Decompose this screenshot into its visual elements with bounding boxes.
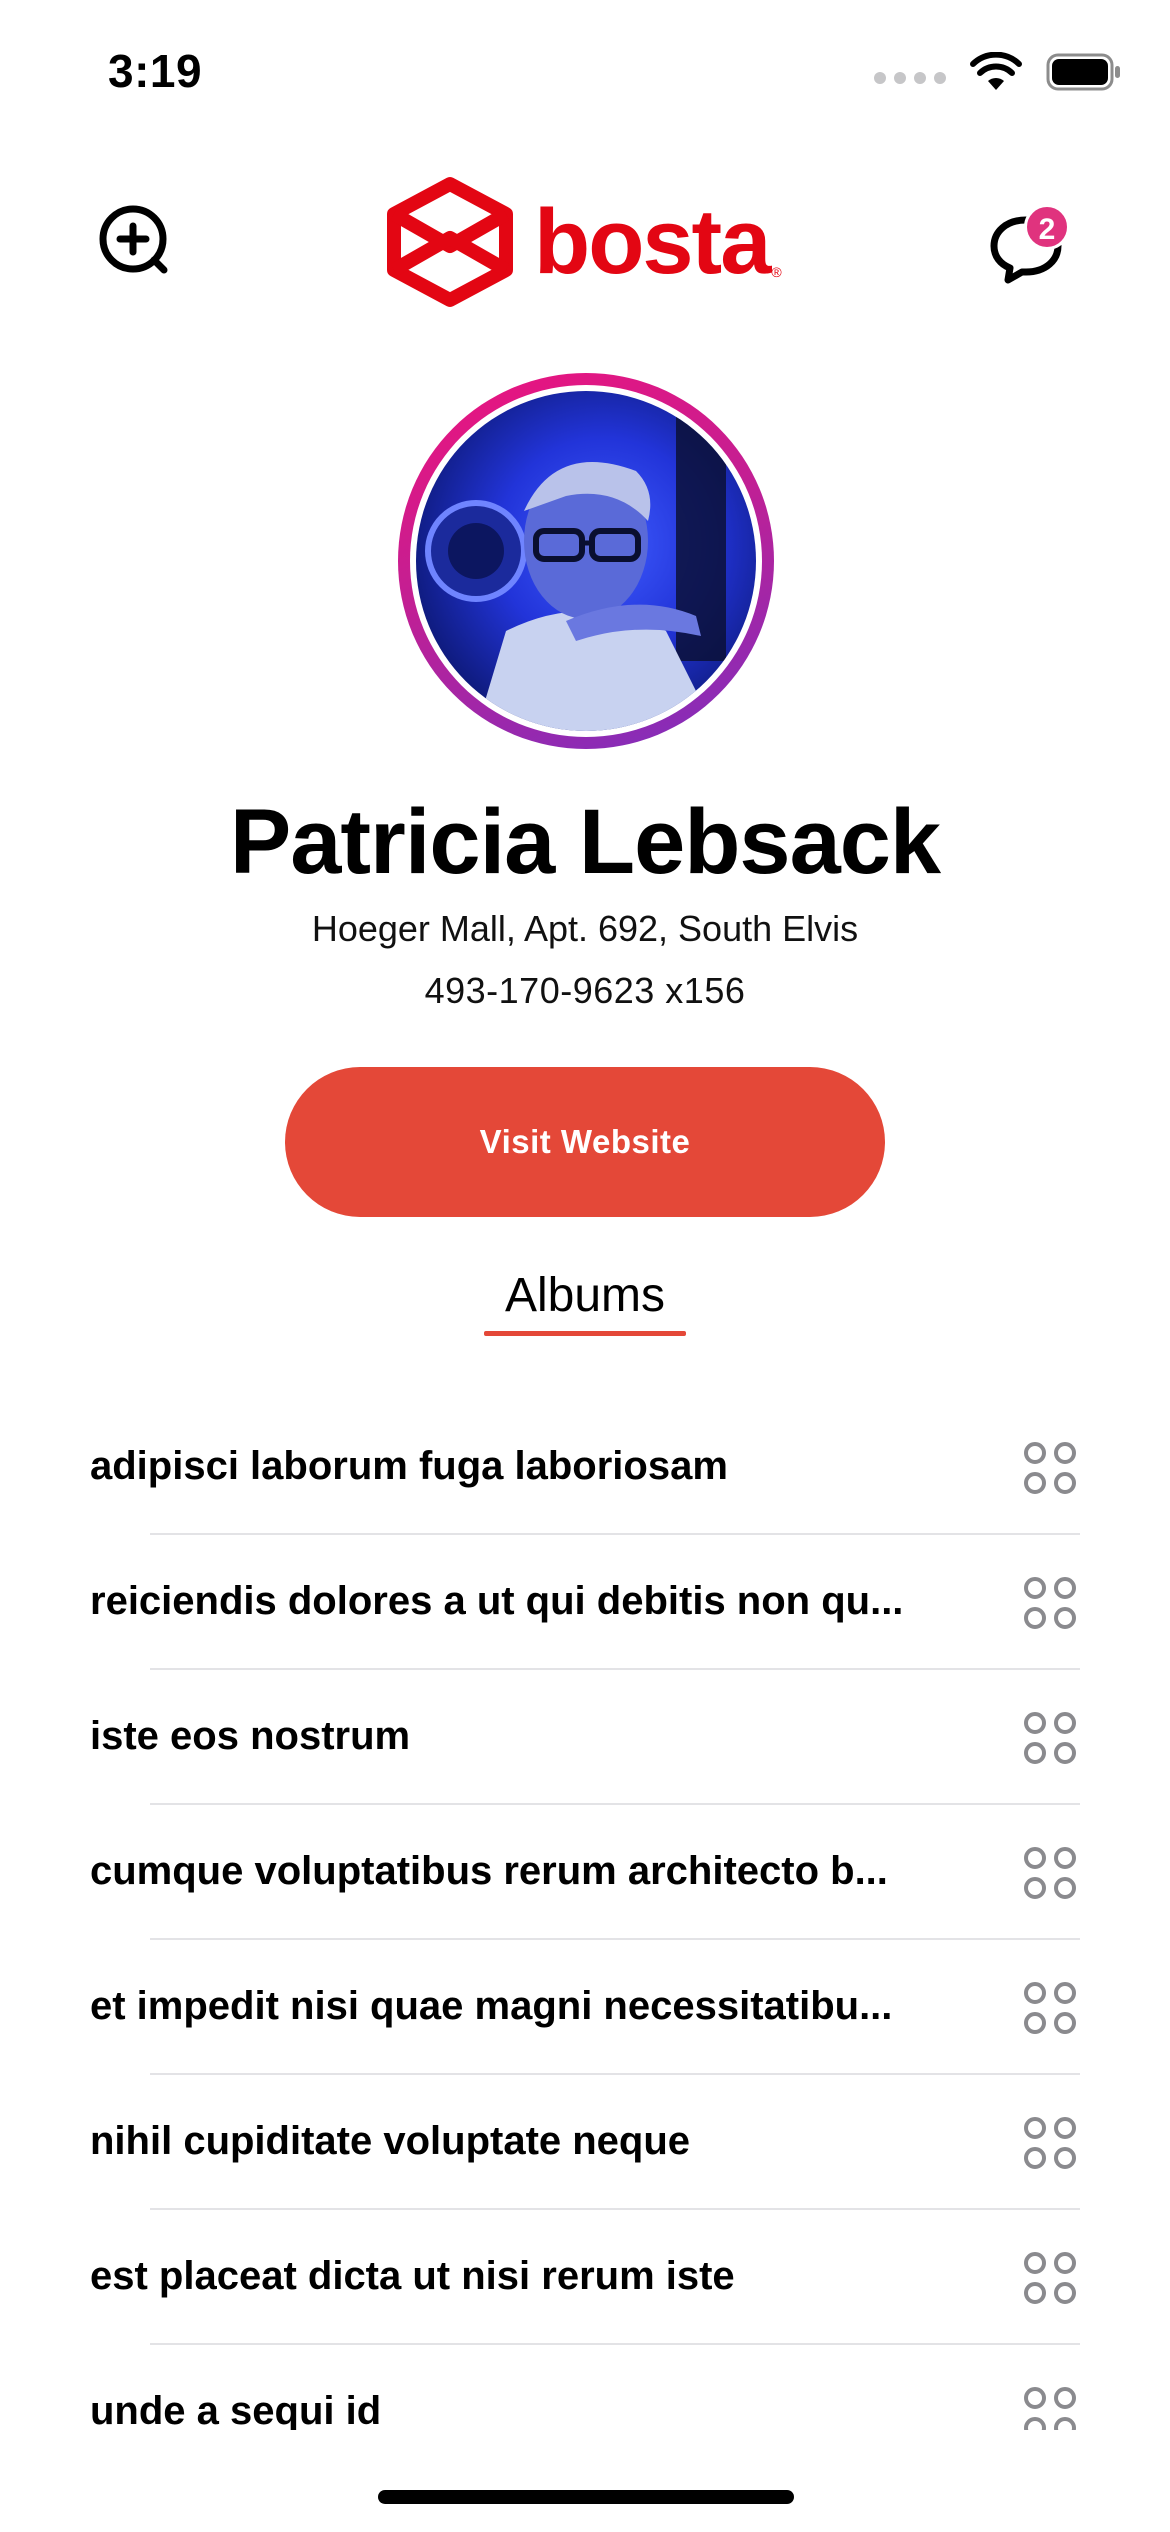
status-icons xyxy=(874,52,1122,92)
cellular-signal-icon xyxy=(874,72,946,84)
four-circles-grid-icon xyxy=(1024,2252,1076,2304)
list-item[interactable]: est placeat dicta ut nisi rerum iste xyxy=(0,2210,1170,2345)
status-bar: 3:19 xyxy=(0,0,1170,150)
album-title: reiciendis dolores a ut qui debitis non … xyxy=(90,1579,904,1623)
visit-website-button[interactable]: Visit Website xyxy=(285,1067,885,1217)
four-circles-grid-icon xyxy=(1024,2117,1076,2169)
list-item[interactable]: et impedit nisi quae magni necessitatibu… xyxy=(0,1940,1170,2075)
album-title: adipisci laborum fuga laboriosam xyxy=(90,1444,728,1488)
wifi-icon xyxy=(970,52,1022,90)
logo-text: bosta xyxy=(534,191,771,293)
album-title: est placeat dicta ut nisi rerum iste xyxy=(90,2254,735,2298)
home-indicator[interactable] xyxy=(378,2490,794,2504)
album-title: nihil cupiditate voluptate neque xyxy=(90,2119,691,2163)
albums-list[interactable]: adipisci laborum fuga laboriosam reicien… xyxy=(0,1400,1170,2430)
chat-badge: 2 xyxy=(1024,204,1070,250)
profile-phone[interactable]: 493-170-9623 x156 xyxy=(0,970,1170,1012)
list-item[interactable]: adipisci laborum fuga laboriosam xyxy=(0,1400,1170,1535)
list-item[interactable]: reiciendis dolores a ut qui debitis non … xyxy=(0,1535,1170,1670)
four-circles-grid-icon xyxy=(1024,1577,1076,1629)
battery-icon xyxy=(1046,53,1120,91)
profile-address: Hoeger Mall, Apt. 692, South Elvis xyxy=(311,908,859,949)
album-title: iste eos nostrum xyxy=(90,1714,411,1758)
list-item[interactable]: cumque voluptatibus rerum architecto b..… xyxy=(0,1805,1170,1940)
status-time: 3:19 xyxy=(108,45,203,97)
four-circles-grid-icon xyxy=(1024,2387,1076,2430)
album-title: unde a sequi id xyxy=(90,2389,382,2430)
four-circles-grid-icon xyxy=(1024,1712,1076,1764)
tab-indicator xyxy=(484,1331,686,1336)
bosta-logo-mark-icon xyxy=(387,177,513,307)
avatar xyxy=(398,373,774,749)
tab-albums-label: Albums xyxy=(504,1269,666,1322)
four-circles-grid-icon xyxy=(1024,1442,1076,1494)
tab-albums[interactable]: Albums xyxy=(0,1268,1170,1323)
album-title: cumque voluptatibus rerum architecto b..… xyxy=(90,1849,888,1893)
app-header: bosta ® 2 xyxy=(0,170,1170,320)
profile-name: Patricia Lebsack xyxy=(229,791,941,893)
avatar-photo xyxy=(416,391,756,731)
list-item[interactable]: unde a sequi id xyxy=(0,2345,1170,2430)
logo-registered-mark: ® xyxy=(771,264,782,280)
list-item[interactable]: nihil cupiditate voluptate neque xyxy=(0,2075,1170,2210)
list-item[interactable]: iste eos nostrum xyxy=(0,1670,1170,1805)
album-title: et impedit nisi quae magni necessitatibu… xyxy=(90,1984,893,2028)
four-circles-grid-icon xyxy=(1024,1982,1076,2034)
bosta-logo: bosta ® xyxy=(384,176,782,308)
four-circles-grid-icon xyxy=(1024,1847,1076,1899)
plus-circle-icon[interactable] xyxy=(96,202,170,276)
